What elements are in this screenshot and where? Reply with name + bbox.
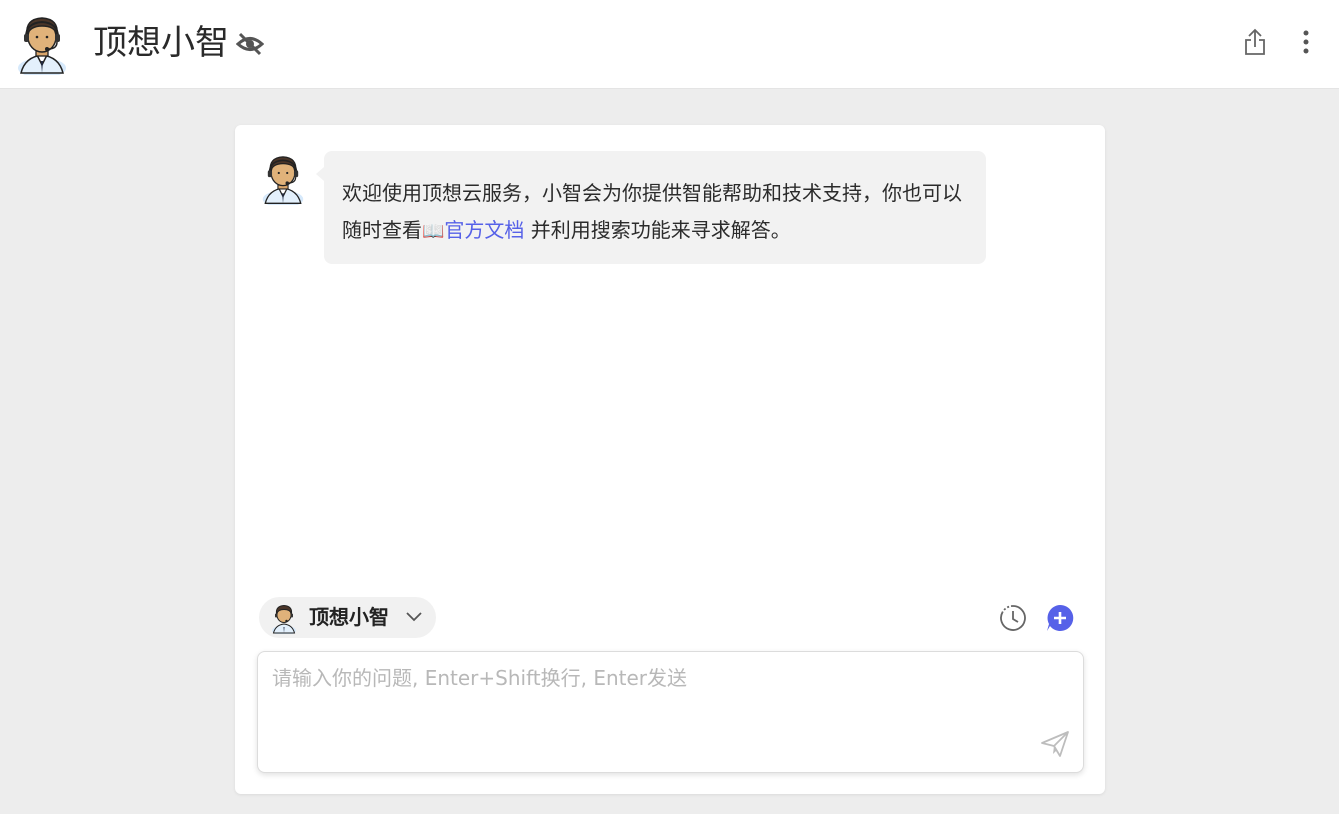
new-chat-icon[interactable] — [1045, 603, 1075, 633]
page-title: 顶想小智 — [93, 23, 229, 63]
agent-avatar — [262, 156, 304, 205]
docs-link[interactable]: 官方文档 — [444, 218, 524, 242]
agent-avatar — [272, 604, 296, 634]
message-composer — [257, 651, 1084, 773]
chevron-down-icon — [406, 612, 422, 622]
send-icon[interactable] — [1040, 730, 1070, 758]
agent-name: 顶想小智 — [309, 605, 389, 629]
more-vertical-icon[interactable] — [1296, 28, 1316, 56]
welcome-message: 欢迎使用顶想云服务，小智会为你提供智能帮助和技术支持，你也可以随时查看📖官方文档… — [316, 151, 986, 264]
book-icon: 📖 — [422, 221, 445, 242]
eye-off-icon[interactable] — [236, 31, 264, 57]
history-icon[interactable] — [998, 603, 1028, 633]
agent-avatar — [18, 17, 66, 75]
welcome-text-tail: 并利用搜索功能来寻求解答。 — [524, 218, 791, 242]
share-icon[interactable] — [1242, 27, 1268, 57]
agent-selector[interactable]: 顶想小智 — [259, 597, 436, 638]
message-input[interactable] — [272, 664, 1032, 760]
chat-panel: 欢迎使用顶想云服务，小智会为你提供智能帮助和技术支持，你也可以随时查看📖官方文档… — [235, 125, 1105, 794]
top-bar: 顶想小智 — [0, 0, 1339, 89]
